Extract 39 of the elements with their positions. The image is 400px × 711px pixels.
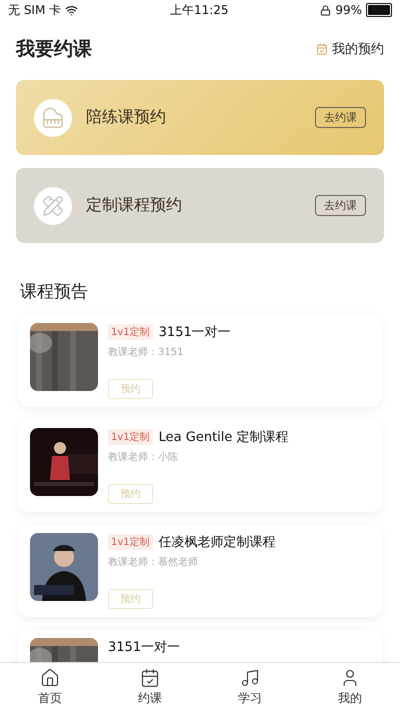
battery-icon [366, 3, 392, 17]
tab[interactable]: 我的 [300, 663, 400, 711]
tab[interactable]: 学习 [200, 663, 300, 711]
carrier-text: 无 SIM 卡 [8, 2, 62, 18]
tab[interactable]: 约课 [100, 663, 200, 711]
clock-text: 上午11:25 [170, 2, 229, 18]
course-tag: 1v1定制 [108, 324, 153, 340]
course-tag: 1v1定制 [108, 534, 153, 550]
course-tag: 1v1定制 [108, 429, 153, 445]
course-title: 任凌枫老师定制课程 [158, 534, 276, 551]
page-title: 我要约课 [16, 37, 92, 62]
piano-icon [42, 106, 64, 128]
home-icon [40, 668, 60, 688]
calendar-icon [316, 43, 328, 55]
course-card[interactable]: 1v1定制 Lea Gentile 定制课程 教课老师：小陈 预约 [18, 420, 382, 512]
course-card[interactable]: 1v1定制 3151一对一 教课老师：3151 预约 [18, 315, 382, 407]
teacher-text: 教课老师：小陈 [108, 450, 179, 464]
section-title: 课程预告 [19, 281, 89, 304]
course-title: 3151一对一 [108, 639, 180, 656]
booking-card[interactable]: 定制课程预约 去约课 [16, 168, 384, 243]
calendar-icon [140, 668, 160, 688]
my-bookings-link[interactable]: 我的预约 [316, 40, 384, 58]
pencil-ruler-icon [42, 194, 64, 216]
battery-text: 99% [335, 3, 362, 17]
book-button[interactable]: 去约课 [315, 107, 366, 128]
book-button[interactable]: 去约课 [315, 195, 366, 216]
booking-title: 陪练课预约 [86, 107, 167, 128]
wifi-icon [65, 4, 78, 16]
booking-card[interactable]: 陪练课预约 去约课 [16, 80, 384, 155]
teacher-text: 教课老师：3151 [108, 346, 184, 359]
booking-title: 定制课程预约 [86, 195, 183, 216]
course-card[interactable]: 3151一对一 [18, 630, 382, 662]
course-title: 3151一对一 [158, 324, 231, 341]
lock-icon [320, 4, 332, 16]
music-note-icon [240, 668, 260, 688]
tab[interactable]: 首页 [0, 663, 100, 711]
course-title: Lea Gentile 定制课程 [158, 429, 289, 446]
teacher-text: 教课老师：慕然老师 [108, 556, 199, 569]
course-card[interactable]: 1v1定制 任凌枫老师定制课程 教课老师：慕然老师 预约 [18, 525, 382, 617]
